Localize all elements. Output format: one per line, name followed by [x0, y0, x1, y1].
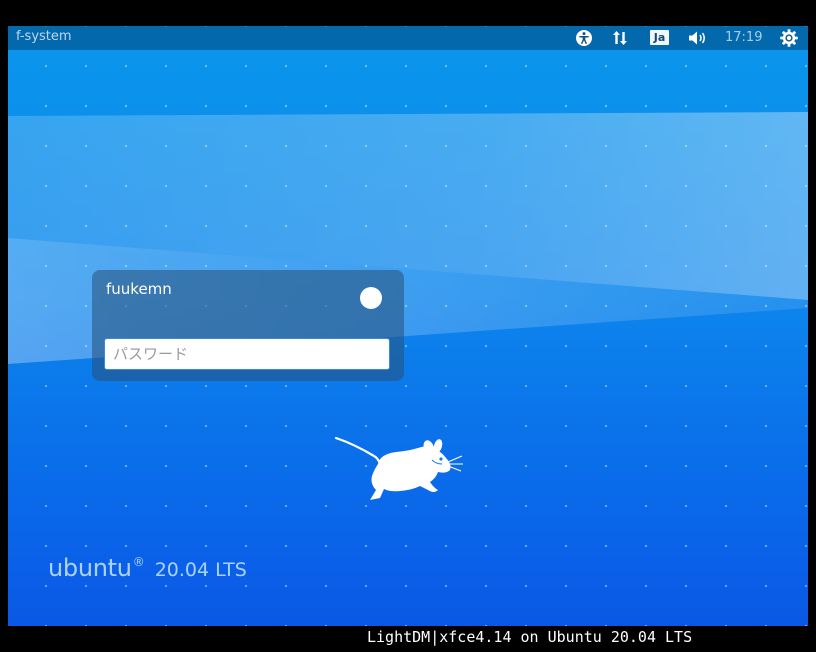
- network-arrows-icon[interactable]: [610, 28, 630, 48]
- login-screen: f-system Ja 17:19 fuukemn ubuntu ® 20.04…: [8, 26, 808, 626]
- top-panel: f-system Ja 17:19: [8, 26, 808, 50]
- hostname-label: f-system: [16, 29, 72, 44]
- footer-status-text: LightDM|xfce4.14 on Ubuntu 20.04 LTS: [367, 628, 693, 646]
- ubuntu-version-label: 20.04 LTS: [154, 559, 247, 581]
- ubuntu-logo: ubuntu ® 20.04 LTS: [48, 554, 247, 582]
- login-box: fuukemn: [92, 270, 404, 381]
- volume-icon[interactable]: [686, 28, 710, 48]
- xfce-mouse-icon: [334, 436, 463, 500]
- password-input[interactable]: [104, 338, 390, 370]
- power-gear-icon[interactable]: [778, 28, 800, 48]
- session-toggle-icon[interactable]: [360, 287, 382, 309]
- clock-label[interactable]: 17:19: [725, 30, 762, 45]
- username-label[interactable]: fuukemn: [106, 280, 172, 298]
- ubuntu-wordmark: ubuntu: [48, 554, 132, 582]
- registered-mark: ®: [132, 555, 145, 569]
- keyboard-layout-badge[interactable]: Ja: [650, 30, 669, 45]
- accessibility-icon[interactable]: [574, 28, 594, 48]
